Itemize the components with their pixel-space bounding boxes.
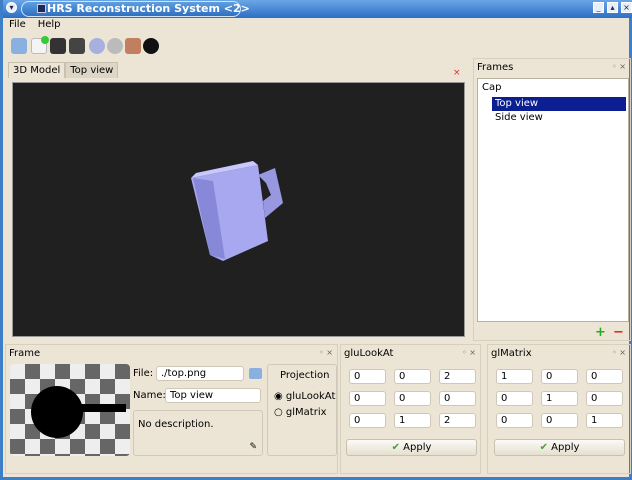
glulookat-value-input[interactable]: 0 [349,413,386,428]
radio-glulookat[interactable]: ◉ gluLookAt [274,391,335,402]
frame-preview [10,364,130,456]
glulookat-value-input[interactable]: 0 [349,391,386,406]
glulookat-value-input[interactable]: 1 [394,413,431,428]
description-box[interactable]: No description. ✎ [133,410,263,456]
menu-bar: File Help [9,19,61,30]
projection-title: Projection [280,370,330,381]
close-button[interactable]: × [621,2,632,13]
dock-buttons[interactable]: ◦ × [612,348,626,357]
dock-buttons[interactable]: ◦ × [319,348,333,357]
glmatrix-value-input[interactable]: 0 [541,413,578,428]
frames-tree[interactable]: Cap Top view Side view [477,78,629,322]
glmatrix-value-input[interactable]: 0 [496,391,533,406]
name-label: Name: [133,390,166,401]
print-icon[interactable] [11,38,27,54]
tree-item[interactable]: Top view [492,97,626,111]
glulookat-value-input[interactable]: 2 [439,413,476,428]
3d-viewport[interactable] [12,82,465,337]
window-menu-button[interactable]: ▾ [6,2,17,13]
glmatrix-title: glMatrix [491,348,532,359]
maximize-button[interactable]: ▴ [607,2,618,13]
glulookat-value-input[interactable]: 2 [439,369,476,384]
glulookat-value-input[interactable]: 0 [439,391,476,406]
app-icon [37,4,46,13]
dock-buttons[interactable]: ◦ × [612,62,626,71]
file-label: File: [133,368,154,379]
stop-icon[interactable] [107,38,123,54]
frames-title: Frames [477,62,514,73]
glulookat-value-input[interactable]: 0 [394,391,431,406]
file-input[interactable]: ./top.png [156,366,244,381]
glmatrix-value-input[interactable]: 0 [586,369,623,384]
render-icon[interactable] [143,38,159,54]
description-text: No description. [138,419,214,430]
minimize-button[interactable]: _ [593,2,604,13]
glmatrix-value-input[interactable]: 1 [541,391,578,406]
open-file-icon[interactable] [249,368,262,379]
glmatrix-value-input[interactable]: 0 [586,391,623,406]
glulookat-value-input[interactable]: 0 [394,369,431,384]
apply-lookat-button[interactable]: ✔ Apply [346,439,477,456]
glmatrix-value-input[interactable]: 0 [496,413,533,428]
radio-glmatrix[interactable]: ○ glMatrix [274,407,327,418]
tree-item[interactable]: Side view [492,111,546,125]
tab-top-view[interactable]: Top view [65,62,119,78]
menu-file[interactable]: File [9,19,26,30]
add-frame-icon[interactable]: + [595,325,606,340]
dock-buttons[interactable]: ◦ × [462,348,476,357]
projection-group: Projection ◉ gluLookAt ○ glMatrix [267,364,337,456]
glmatrix-value-input[interactable]: 1 [496,369,533,384]
close-tab-icon[interactable]: × [453,68,461,78]
remove-frame-icon[interactable]: − [613,325,624,340]
brush-icon[interactable] [125,38,141,54]
title-bar: ▾ HRS Reconstruction System <2> _ ▴ × [3,0,632,18]
settings-icon[interactable] [89,38,105,54]
apply-matrix-button[interactable]: ✔ Apply [494,439,625,456]
save-as-icon[interactable] [69,38,85,54]
name-input[interactable]: Top view [165,388,261,403]
tab-3d-model[interactable]: 3D Model [8,62,66,78]
window-title: HRS Reconstruction System <2> [47,2,250,15]
glulookat-title: gluLookAt [344,348,394,359]
menu-help[interactable]: Help [38,19,61,30]
edit-description-icon[interactable]: ✎ [249,442,257,452]
main-window: ▾ HRS Reconstruction System <2> _ ▴ × Fi… [0,0,632,480]
glmatrix-value-input[interactable]: 0 [541,369,578,384]
tree-root[interactable]: Cap [482,82,501,93]
view-tabs: 3D Model Top view [8,62,119,78]
glmatrix-value-input[interactable]: 1 [586,413,623,428]
save-icon[interactable] [50,38,66,54]
frame-title: Frame [9,348,41,359]
new-icon[interactable] [31,36,49,54]
mug-model [191,161,283,261]
glulookat-value-input[interactable]: 0 [349,369,386,384]
